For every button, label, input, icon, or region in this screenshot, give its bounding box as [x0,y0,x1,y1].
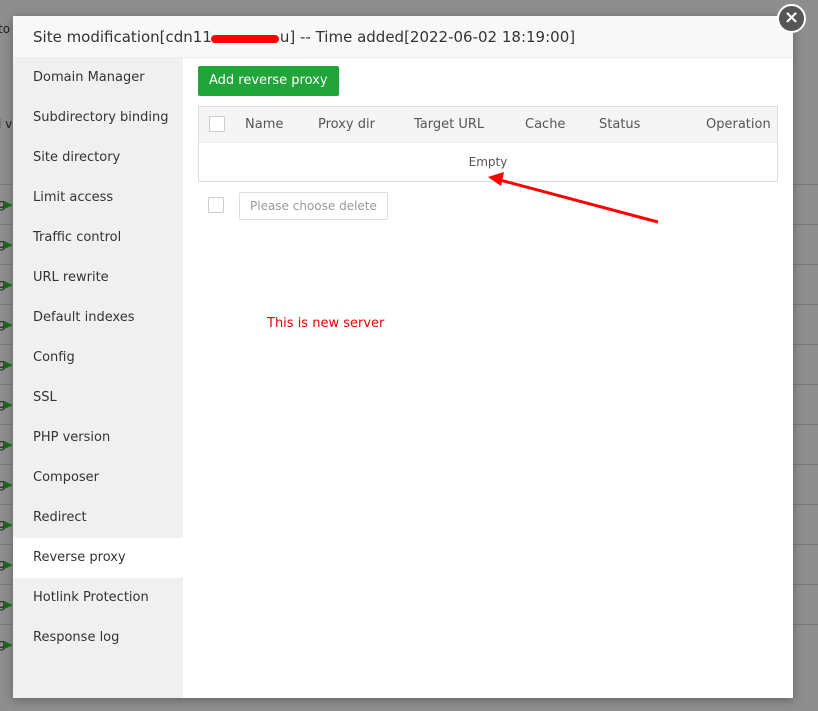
annotation-arrow-icon [488,172,659,224]
close-icon[interactable]: × [777,4,806,33]
